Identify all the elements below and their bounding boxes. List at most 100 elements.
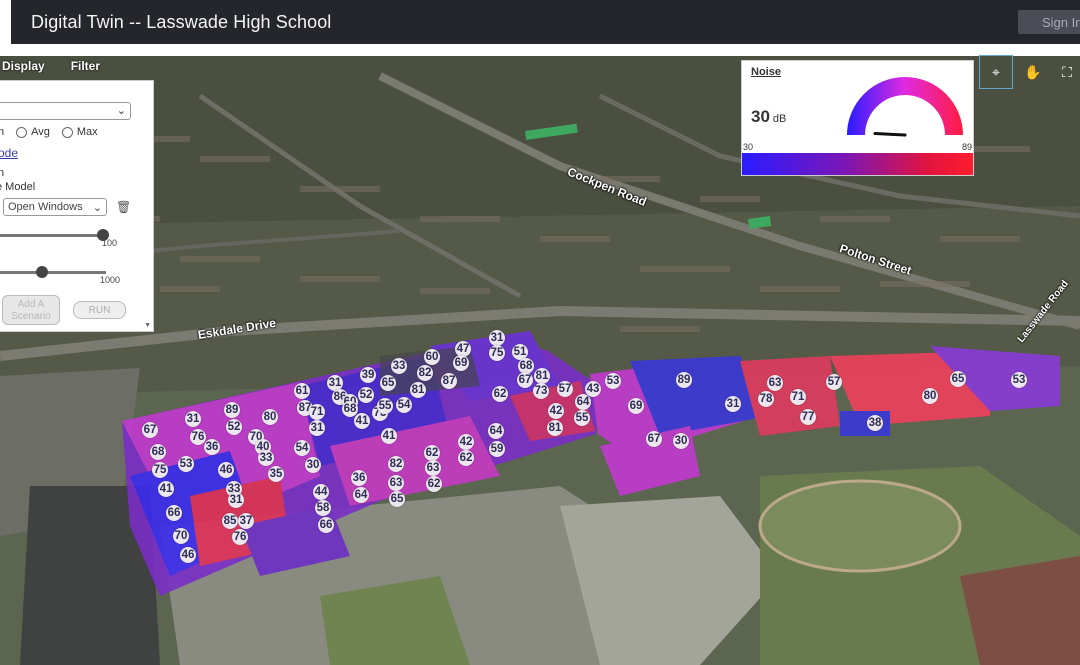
noise-sensor-marker[interactable]: 78 — [758, 391, 774, 407]
noise-sensor-marker[interactable]: 65 — [950, 371, 966, 387]
noise-sensor-marker[interactable]: 66 — [166, 505, 182, 521]
noise-sensor-marker[interactable]: 82 — [417, 365, 433, 381]
noise-sensor-marker[interactable]: 35 — [268, 466, 284, 482]
noise-sensor-marker[interactable]: 81 — [410, 382, 426, 398]
noise-sensor-marker[interactable]: 46 — [180, 547, 196, 563]
run-button[interactable]: RUN — [73, 301, 126, 319]
noise-sensor-marker[interactable]: 37 — [238, 513, 254, 529]
noise-sensor-marker[interactable]: 36 — [204, 439, 220, 455]
noise-sensor-marker[interactable]: 77 — [800, 409, 816, 425]
noise-sensor-marker[interactable]: 87 — [441, 373, 457, 389]
noise-sensor-marker[interactable]: 73 — [533, 383, 549, 399]
scroll-down-icon[interactable]: ▼ — [144, 322, 151, 329]
noise-sensor-marker[interactable]: 81 — [534, 368, 550, 384]
noise-sensor-marker[interactable]: 62 — [426, 476, 442, 492]
noise-sensor-marker[interactable]: 75 — [152, 462, 168, 478]
noise-sensor-marker[interactable]: 52 — [226, 419, 242, 435]
noise-sensor-marker[interactable]: 53 — [178, 456, 194, 472]
noise-sensor-marker[interactable]: 31 — [309, 420, 325, 436]
noise-sensor-marker[interactable]: 62 — [424, 445, 440, 461]
noise-sensor-marker[interactable]: 89 — [676, 372, 692, 388]
noise-sensor-marker[interactable]: 42 — [458, 434, 474, 450]
noise-sensor-marker[interactable]: 53 — [605, 373, 621, 389]
noise-sensor-marker[interactable]: 53 — [1011, 372, 1027, 388]
noise-sensor-marker[interactable]: 44 — [313, 484, 329, 500]
noise-sensor-marker[interactable]: 89 — [224, 402, 240, 418]
noise-sensor-marker[interactable]: 36 — [351, 470, 367, 486]
noise-sensor-marker[interactable]: 75 — [489, 345, 505, 361]
noise-sensor-marker[interactable]: 39 — [360, 367, 376, 383]
noise-sensor-marker[interactable]: 30 — [305, 457, 321, 473]
noise-sensor-marker[interactable]: 33 — [258, 450, 274, 466]
layer-select[interactable]: ⌄ — [0, 102, 131, 120]
noise-sensor-marker[interactable]: 31 — [228, 492, 244, 508]
noise-sensor-marker[interactable]: 54 — [294, 440, 310, 456]
mode-link[interactable]: ode — [0, 146, 18, 160]
menu-filter[interactable]: Filter — [71, 56, 100, 78]
map-pin-icon[interactable]: ⌖ — [979, 55, 1013, 89]
noise-sensor-marker[interactable]: 63 — [425, 460, 441, 476]
noise-sensor-marker[interactable]: 76 — [190, 429, 206, 445]
sign-in-button[interactable]: Sign In — [1018, 10, 1080, 34]
radio-max[interactable] — [61, 126, 73, 138]
noise-sensor-marker[interactable]: 57 — [826, 374, 842, 390]
noise-sensor-marker[interactable]: 81 — [547, 420, 563, 436]
noise-sensor-marker[interactable]: 55 — [574, 410, 590, 426]
noise-sensor-marker[interactable]: 67 — [646, 431, 662, 447]
noise-sensor-marker[interactable]: 80 — [922, 388, 938, 404]
noise-sensor-marker[interactable]: 85 — [222, 513, 238, 529]
radio-avg[interactable] — [16, 126, 28, 138]
window-select[interactable]: Open Windows ⌄ — [3, 198, 107, 216]
noise-sensor-marker[interactable]: 63 — [388, 475, 404, 491]
noise-sensor-marker[interactable]: 64 — [575, 394, 591, 410]
slider-1[interactable] — [0, 234, 108, 237]
slider-2[interactable] — [0, 271, 106, 274]
noise-sensor-marker[interactable]: 30 — [673, 433, 689, 449]
noise-sensor-marker[interactable]: 33 — [391, 358, 407, 374]
noise-sensor-marker[interactable]: 46 — [218, 462, 234, 478]
noise-sensor-marker[interactable]: 68 — [150, 444, 166, 460]
noise-sensor-marker[interactable]: 65 — [389, 491, 405, 507]
noise-sensor-marker[interactable]: 31 — [725, 396, 741, 412]
menu-display[interactable]: Display — [2, 56, 45, 78]
noise-sensor-marker[interactable]: 70 — [173, 528, 189, 544]
noise-sensor-marker[interactable]: 57 — [557, 381, 573, 397]
noise-sensor-marker[interactable]: 61 — [294, 383, 310, 399]
menu-bar: Display Filter — [0, 56, 100, 78]
noise-sensor-marker[interactable]: 31 — [185, 411, 201, 427]
noise-sensor-marker[interactable]: 82 — [388, 456, 404, 472]
noise-sensor-marker[interactable]: 62 — [458, 450, 474, 466]
noise-sensor-marker[interactable]: 59 — [489, 441, 505, 457]
noise-sensor-marker[interactable]: 71 — [790, 389, 806, 405]
noise-sensor-marker[interactable]: 31 — [489, 330, 505, 346]
noise-sensor-marker[interactable]: 55 — [377, 398, 393, 414]
noise-sensor-marker[interactable]: 41 — [158, 481, 174, 497]
add-scenario-button[interactable]: Add A Scenario — [2, 295, 60, 325]
hand-icon[interactable]: ✋ — [1016, 55, 1050, 89]
noise-sensor-marker[interactable]: 54 — [396, 397, 412, 413]
noise-sensor-marker[interactable]: 62 — [492, 386, 508, 402]
noise-sensor-marker[interactable]: 41 — [381, 428, 397, 444]
noise-sensor-marker[interactable]: 69 — [453, 355, 469, 371]
noise-sensor-marker[interactable]: 67 — [517, 372, 533, 388]
noise-sensor-marker[interactable]: 41 — [354, 413, 370, 429]
fullscreen-icon[interactable]: ⛶ — [1050, 55, 1080, 89]
trash-icon[interactable]: 🗑 — [116, 200, 131, 214]
noise-sensor-marker[interactable]: 52 — [358, 387, 374, 403]
noise-sensor-marker[interactable]: 64 — [353, 487, 369, 503]
noise-sensor-marker[interactable]: 66 — [318, 517, 334, 533]
noise-sensor-marker[interactable]: 63 — [767, 375, 783, 391]
noise-sensor-marker[interactable]: 80 — [262, 409, 278, 425]
noise-sensor-marker[interactable]: 65 — [380, 375, 396, 391]
noise-sensor-marker[interactable]: 69 — [628, 398, 644, 414]
noise-sensor-marker[interactable]: 60 — [424, 349, 440, 365]
slider-2-handle[interactable] — [36, 266, 49, 278]
noise-sensor-marker[interactable]: 38 — [867, 415, 883, 431]
noise-sensor-marker[interactable]: 67 — [142, 422, 158, 438]
noise-sensor-marker[interactable]: 76 — [232, 529, 248, 545]
noise-sensor-marker[interactable]: 71 — [309, 404, 325, 420]
noise-sensor-marker[interactable]: 64 — [488, 423, 504, 439]
model-label: e Model — [0, 181, 36, 193]
noise-sensor-marker[interactable]: 58 — [315, 500, 331, 516]
noise-sensor-marker[interactable]: 42 — [548, 403, 564, 419]
